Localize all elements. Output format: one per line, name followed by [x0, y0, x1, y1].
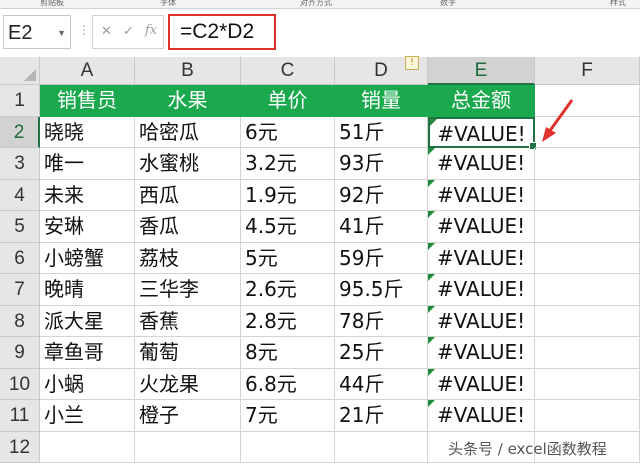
annotation-arrow-shaft [547, 99, 574, 133]
warning-icon[interactable]: ! [405, 56, 419, 70]
watermark: 头条号 / excel函数教程 [448, 440, 607, 458]
annotation-layer [542, 99, 574, 142]
annotation-arrow-head [542, 127, 556, 142]
